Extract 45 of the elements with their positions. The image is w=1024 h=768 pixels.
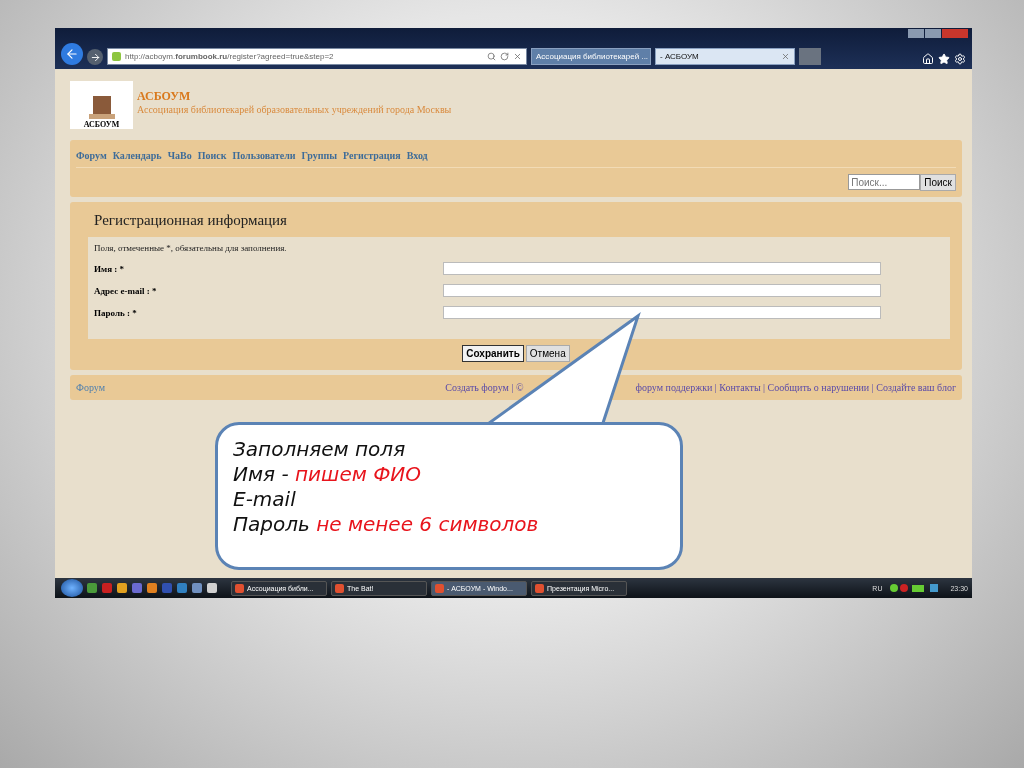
star-icon[interactable] [938, 53, 950, 65]
nav-link[interactable]: Поиск [197, 150, 227, 161]
callout-text: Заполняем поля [233, 437, 407, 461]
nav-link[interactable]: Регистрация [343, 150, 401, 161]
refresh-icon[interactable] [500, 52, 509, 61]
nav-link[interactable]: Форум [76, 150, 107, 161]
forward-button[interactable] [87, 49, 103, 65]
input-field[interactable] [443, 306, 881, 319]
cancel-button[interactable]: Отмена [525, 345, 570, 362]
search-field[interactable]: Поиск... [848, 174, 921, 190]
back-button[interactable] [61, 43, 83, 65]
nav-link[interactable]: Пользователи [232, 150, 296, 161]
input-field[interactable] [443, 262, 881, 275]
home-icon[interactable] [922, 53, 934, 65]
nav-link[interactable]: Вход [406, 150, 428, 161]
browser-tab[interactable]: - АСБОУМ [655, 48, 795, 65]
nav-link[interactable]: Группы [301, 150, 338, 161]
input-field[interactable] [443, 284, 881, 297]
field-label: Адрес e-mail : * [94, 285, 158, 296]
required-note: Поля, отмеченные *, обязательны для заполнения. [94, 243, 288, 253]
callout-text: Пароль не менее 6 символов [233, 512, 540, 536]
start-button[interactable] [61, 579, 83, 597]
search-icon[interactable] [487, 52, 496, 61]
forward-arrow-icon [89, 51, 101, 63]
site-subtitle: Ассоциация библиотекарей образовательных учреждений города Москвы [137, 104, 452, 115]
logo-caption: АСБОУМ [83, 120, 120, 129]
nav-link[interactable]: ЧаВо [167, 150, 192, 161]
address-text: http://acboym.forumbook.ru/register?agreed=true&step=2 [125, 52, 334, 61]
page-icon [112, 52, 121, 61]
save-button[interactable]: Сохранить [462, 345, 524, 362]
settings-icon[interactable] [954, 53, 966, 65]
close-icon[interactable] [513, 52, 522, 61]
field-label: Пароль : * [94, 307, 138, 318]
form-title: Регистрационная информация [93, 211, 288, 230]
footer-links: Создать форум | © [445, 382, 524, 393]
site-title: АСБОУМ [137, 89, 192, 104]
field-label: Имя : * [94, 263, 125, 274]
callout-text: E-mail [233, 487, 297, 511]
search-button[interactable]: Поиск [920, 174, 956, 191]
browser-tab[interactable]: Ассоциация библиотекарей ... [531, 48, 651, 65]
close-tab-icon[interactable] [781, 52, 790, 61]
footer-links: форум поддержки | Контакты | Сообщить о нарушении | Создайте ваш блог [635, 382, 956, 393]
nav-link[interactable]: Календарь [112, 150, 162, 161]
address-bar[interactable]: http://acboym.forumbook.ru/register?agreed=true&step=2 [107, 48, 527, 65]
callout-text: Имя - пишем ФИО [233, 462, 423, 486]
